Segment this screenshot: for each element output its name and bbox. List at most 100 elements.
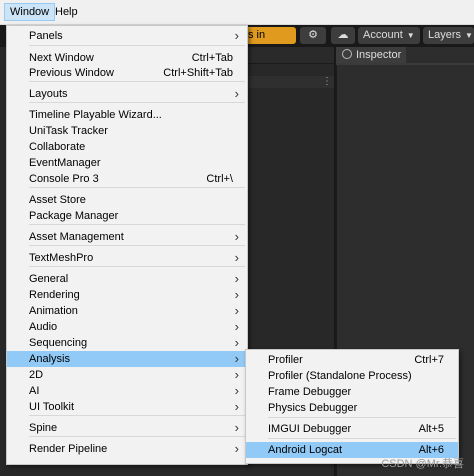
window-menu-item-previous-window[interactable]: Previous Window Ctrl+Shift+Tab — [7, 65, 247, 81]
chevron-right-icon: › — [234, 319, 239, 334]
layers-dropdown[interactable]: Layers ▼ — [423, 27, 474, 44]
shortcut-label: Ctrl+Shift+Tab — [163, 67, 233, 79]
chevron-right-icon: › — [234, 250, 239, 265]
window-menu-item-label: Rendering — [29, 289, 80, 301]
window-menu-item-animation[interactable]: Animation › — [7, 303, 247, 319]
window-menu-item-package-manager[interactable]: Package Manager — [7, 208, 247, 224]
collab-icon: ⚙ — [308, 29, 318, 41]
chevron-right-icon: › — [234, 28, 239, 43]
window-menu-item-sequencing[interactable]: Sequencing › — [7, 335, 247, 351]
window-menu-item-ai[interactable]: AI › — [7, 383, 247, 399]
window-menu-item-label: Sequencing — [29, 337, 88, 349]
window-menu-item-label: UI Toolkit — [29, 401, 75, 413]
tab-inspector[interactable]: Inspector — [336, 47, 406, 63]
window-menu-item-collaborate[interactable]: Collaborate — [7, 139, 247, 155]
shortcut-label: Ctrl+\ — [206, 173, 233, 185]
window-menu-item-spine[interactable]: Spine › — [7, 420, 247, 436]
window-menu-item-label: Package Manager — [29, 210, 119, 222]
inspector-tab-label: Inspector — [356, 49, 402, 61]
account-dropdown[interactable]: Account ▼ — [358, 27, 420, 44]
analysis-menu-item-physics-debugger[interactable]: Physics Debugger — [246, 400, 458, 416]
shortcut-label: Ctrl+Tab — [191, 52, 233, 64]
chevron-down-icon: ▼ — [465, 31, 473, 40]
chevron-right-icon: › — [234, 287, 239, 302]
watermark: CSDN @Mr.恭喜 — [381, 458, 464, 470]
analysis-menu-item-label: IMGUI Debugger — [268, 423, 352, 435]
menu-separator — [29, 45, 245, 46]
menu-separator — [29, 187, 245, 188]
kebab-menu-icon[interactable]: ⋮ — [322, 76, 332, 87]
menu-separator — [29, 436, 245, 437]
menu-separator — [29, 415, 245, 416]
analysis-submenu: Profiler Ctrl+7 Profiler (Standalone Proce… — [245, 349, 459, 464]
chevron-right-icon: › — [234, 383, 239, 398]
menu-separator — [268, 438, 456, 439]
chevron-right-icon: › — [234, 399, 239, 414]
window-menu-item-analysis[interactable]: Analysis › — [7, 351, 247, 367]
shortcut-label: Alt+5 — [418, 423, 444, 435]
window-menu-item-label: UniTask Tracker — [29, 125, 108, 137]
window-menu-item-label: TextMeshPro — [29, 252, 94, 264]
window-menu-item-layouts[interactable]: Layouts › — [7, 86, 247, 102]
analysis-menu-item-label: Profiler (Standalone Process) — [268, 370, 412, 382]
collab-button[interactable]: ⚙ — [300, 27, 326, 44]
window-menu-item-2d[interactable]: 2D › — [7, 367, 247, 383]
analysis-menu-item-label: Profiler — [268, 354, 303, 366]
window-menu-item-label: Asset Store — [29, 194, 86, 206]
chevron-right-icon: › — [234, 335, 239, 350]
window-menu-item-label: Spine — [29, 422, 58, 434]
info-icon — [342, 49, 352, 59]
window-menu-item-label: AI — [29, 385, 40, 397]
menu-separator — [268, 417, 456, 418]
chevron-right-icon: › — [234, 303, 239, 318]
menu-help[interactable]: Help — [50, 4, 83, 20]
window-menu-item-label: Asset Management — [29, 231, 124, 243]
chevron-right-icon: › — [234, 367, 239, 382]
analysis-menu-item-profiler[interactable]: Profiler Ctrl+7 — [246, 352, 458, 368]
menubar: Window Help — [0, 0, 474, 25]
window-menu-item-panels[interactable]: Panels › — [7, 28, 247, 44]
window-menu-item-asset-management[interactable]: Asset Management › — [7, 229, 247, 245]
window-menu-item-label: Analysis — [29, 353, 70, 365]
window-menu-item-eventmanager[interactable]: EventManager — [7, 155, 247, 171]
window-menu-item-next-window[interactable]: Next Window Ctrl+Tab — [7, 50, 247, 66]
analysis-menu-item-imgui-debugger[interactable]: IMGUI Debugger Alt+5 — [246, 421, 458, 437]
menu-separator — [29, 266, 245, 267]
assets-in-use-button[interactable]: s in Use▼ — [244, 27, 296, 58]
window-menu-item-label: Timeline Playable Wizard... — [29, 109, 162, 121]
window-menu-item-label: Layouts — [29, 88, 68, 100]
window-menu-item-textmeshpro[interactable]: TextMeshPro › — [7, 250, 247, 266]
window-menu-item-label: Next Window — [29, 52, 94, 64]
window-menu-item-label: Previous Window — [29, 67, 114, 79]
menu-separator — [29, 224, 245, 225]
window-menu-item-label: Console Pro 3 — [29, 173, 99, 185]
window-menu-item-console-pro-3[interactable]: Console Pro 3 Ctrl+\ — [7, 171, 247, 187]
window-menu: Panels › Next Window Ctrl+Tab Previous Windo… — [6, 25, 248, 465]
chevron-right-icon: › — [234, 351, 239, 366]
cloud-icon: ☁ — [337, 29, 349, 41]
chevron-right-icon: › — [234, 229, 239, 244]
window-menu-item-general[interactable]: General › — [7, 271, 247, 287]
analysis-menu-item-label: Physics Debugger — [268, 402, 358, 414]
chevron-right-icon: › — [234, 441, 239, 456]
window-menu-item-render-pipeline[interactable]: Render Pipeline › — [7, 441, 247, 457]
window-menu-item-rendering[interactable]: Rendering › — [7, 287, 247, 303]
window-menu-item-timeline-playable-wizard[interactable]: Timeline Playable Wizard... — [7, 107, 247, 123]
account-label: Account — [363, 29, 403, 41]
menu-window[interactable]: Window — [4, 3, 56, 21]
menu-separator — [29, 81, 245, 82]
window-menu-item-ui-toolkit[interactable]: UI Toolkit › — [7, 399, 247, 415]
window-menu-item-asset-store[interactable]: Asset Store — [7, 192, 247, 208]
window-menu-item-label: Panels — [29, 30, 63, 42]
analysis-menu-item-profiler-standalone-process[interactable]: Profiler (Standalone Process) — [246, 368, 458, 384]
chevron-right-icon: › — [234, 86, 239, 101]
cloud-button[interactable]: ☁ — [331, 27, 355, 44]
window-menu-item-label: 2D — [29, 369, 44, 381]
window-menu-item-unitask-tracker[interactable]: UniTask Tracker — [7, 123, 247, 139]
inspector-divider — [336, 63, 474, 65]
window-menu-item-label: Collaborate — [29, 141, 86, 153]
analysis-menu-item-label: Android Logcat — [268, 444, 342, 456]
chevron-right-icon: › — [234, 271, 239, 286]
window-menu-item-audio[interactable]: Audio › — [7, 319, 247, 335]
analysis-menu-item-frame-debugger[interactable]: Frame Debugger — [246, 384, 458, 400]
